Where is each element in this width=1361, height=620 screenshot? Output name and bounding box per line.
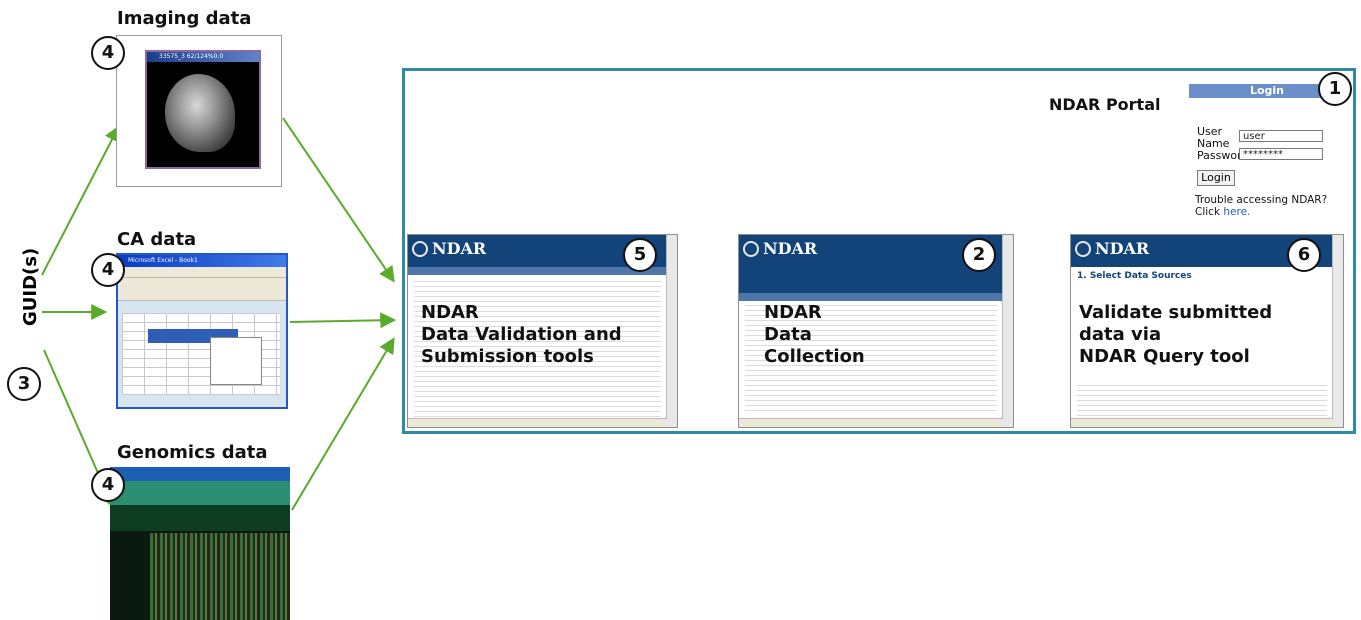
status-bar <box>408 418 667 427</box>
caption-line-1: NDAR <box>764 302 822 323</box>
ndar-header: NDAR <box>739 235 1003 293</box>
imaging-screenshot: 33575_3 62/124%0.0 <box>116 35 282 187</box>
ca-menu-bar <box>118 267 286 278</box>
ca-context-menu <box>210 337 262 385</box>
user-name-label: User Name <box>1197 125 1230 150</box>
login-button[interactable]: Login <box>1197 170 1235 186</box>
select-data-sources-heading: 1. Select Data Sources <box>1077 271 1192 281</box>
ca-spreadsheet-screenshot: Microsoft Excel - Book1 <box>116 253 288 409</box>
step-4-badge-imaging: 4 <box>91 36 125 70</box>
scrollbar[interactable] <box>666 235 677 427</box>
step-3-badge: 3 <box>7 367 41 401</box>
ndar-portal-label: NDAR Portal <box>1049 95 1161 114</box>
ca-toolbar <box>118 278 286 301</box>
caption-line-3: Collection <box>764 346 865 367</box>
step-5-badge: 5 <box>623 238 657 272</box>
trouble-message: Trouble accessing NDAR? Click <box>1195 194 1328 218</box>
scrollbar[interactable] <box>1002 235 1013 427</box>
genomics-data-tracks <box>150 533 290 620</box>
ndar-brand: NDAR <box>763 239 818 258</box>
submission-caption: NDAR Data Validation and Submission tool… <box>421 302 622 368</box>
ndar-nav-bar <box>739 293 1003 301</box>
step-2-badge: 2 <box>962 238 996 272</box>
ndar-brand: NDAR <box>1095 239 1150 258</box>
genomics-screenshot <box>110 467 290 620</box>
ca-window-title: Microsoft Excel - Book1 <box>118 255 286 267</box>
arrow-imaging-to-submission <box>282 117 395 283</box>
brain-mri-image <box>165 74 235 152</box>
step-1-badge: 1 <box>1318 72 1352 106</box>
ndar-logo-icon <box>1075 241 1091 257</box>
login-panel: Login User Name user Password ******** L… <box>1189 84 1345 232</box>
arrow-ca-to-submission <box>289 312 397 329</box>
query-caption: Validate submitted data via NDAR Query t… <box>1079 302 1272 368</box>
ndar-logo-icon <box>412 241 428 257</box>
ndar-nav-bar <box>408 267 667 275</box>
step-4-badge-genomics: 4 <box>91 468 125 502</box>
genomics-data-title: Genomics data <box>117 442 268 463</box>
guid-label: GUID(s) <box>20 247 41 326</box>
arrow-genomics-to-submission <box>291 337 395 511</box>
step-4-badge-ca: 4 <box>91 253 125 287</box>
collection-caption: NDAR Data Collection <box>764 302 865 368</box>
caption-line-2: Data Validation and <box>421 324 622 345</box>
caption-line-1: NDAR <box>421 302 479 323</box>
genomics-title-bar <box>110 467 290 481</box>
caption-line-2: data via <box>1079 324 1162 345</box>
status-bar <box>1071 418 1333 427</box>
genomics-track-header <box>110 505 290 531</box>
ndar-brand: NDAR <box>432 239 487 258</box>
imaging-data-title: Imaging data <box>117 8 252 29</box>
ndar-logo-icon <box>743 241 759 257</box>
password-field[interactable]: ******** <box>1239 148 1323 160</box>
page-text-lines <box>1077 385 1327 417</box>
step-6-badge: 6 <box>1287 238 1321 272</box>
caption-line-1: Validate submitted <box>1079 302 1273 323</box>
trouble-here-link[interactable]: here. <box>1223 206 1250 218</box>
caption-line-3: NDAR Query tool <box>1079 346 1250 367</box>
user-name-field[interactable]: user <box>1239 130 1323 142</box>
ca-data-title: CA data <box>117 229 197 250</box>
imaging-viewer-window: 33575_3 62/124%0.0 <box>145 50 261 169</box>
trouble-text: Trouble accessing NDAR? Click here. <box>1195 194 1343 218</box>
genomics-toolbar <box>110 481 290 505</box>
scrollbar[interactable] <box>1332 235 1343 427</box>
status-bar <box>739 418 1003 427</box>
imaging-window-title: 33575_3 62/124%0.0 <box>147 52 259 62</box>
caption-line-3: Submission tools <box>421 346 594 367</box>
caption-line-2: Data <box>764 324 812 345</box>
